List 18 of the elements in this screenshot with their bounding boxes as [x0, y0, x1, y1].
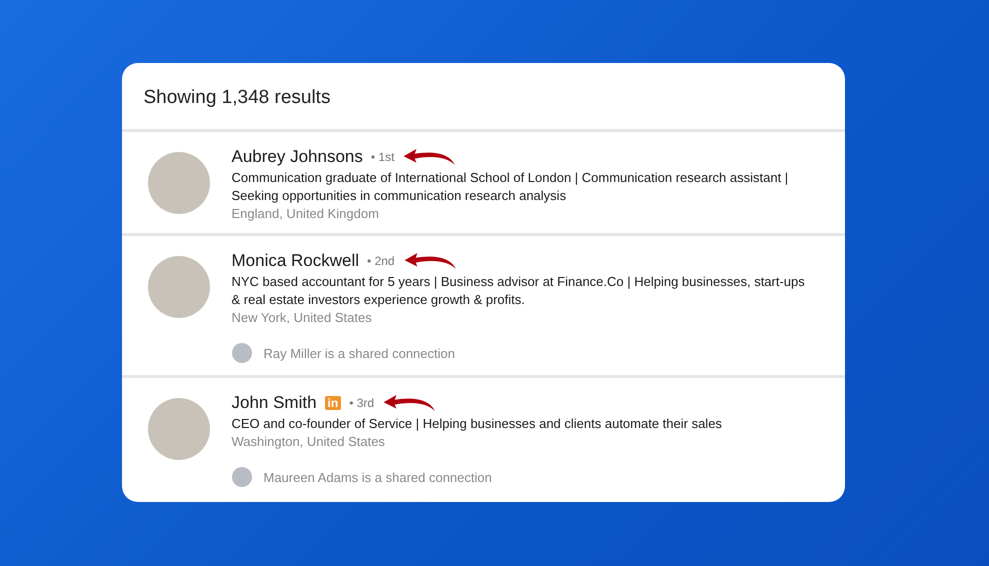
results-count: Showing 1,348 results: [122, 63, 844, 132]
connection-degree: • 3rd: [349, 396, 374, 410]
headline-text: Communication graduate of International School of London | Communication research assistant | Seeking opportunities in communication research analysis: [232, 169, 790, 205]
location-text: England, United Kingdom: [232, 206, 380, 221]
person-name[interactable]: John Smith: [232, 393, 317, 413]
network-badge: in: [324, 396, 342, 410]
connection-avatar: [232, 343, 252, 363]
location-text: New York, United States: [232, 310, 373, 325]
person-name[interactable]: Monica Rockwell: [232, 251, 360, 271]
location-text: Washington, United States: [232, 434, 386, 449]
shared-connection-text: Ray Miller is a shared connection: [264, 346, 455, 360]
shared-connection-text: Maureen Adams is a shared connection: [264, 470, 492, 484]
connection-avatar: [232, 467, 252, 487]
connection-degree: • 1st: [370, 150, 394, 164]
person-name[interactable]: Aubrey Johnsons: [232, 147, 363, 167]
headline-text: CEO and co-founder of Service | Helping businesses and clients automate their sales: [232, 415, 723, 433]
headline-text: NYC based accountant for 5 years | Business advisor at Finance.Co | Helping businesses, start-ups & real estate investors experience growth & profits.: [232, 273, 806, 309]
connection-degree: • 2nd: [367, 254, 395, 268]
